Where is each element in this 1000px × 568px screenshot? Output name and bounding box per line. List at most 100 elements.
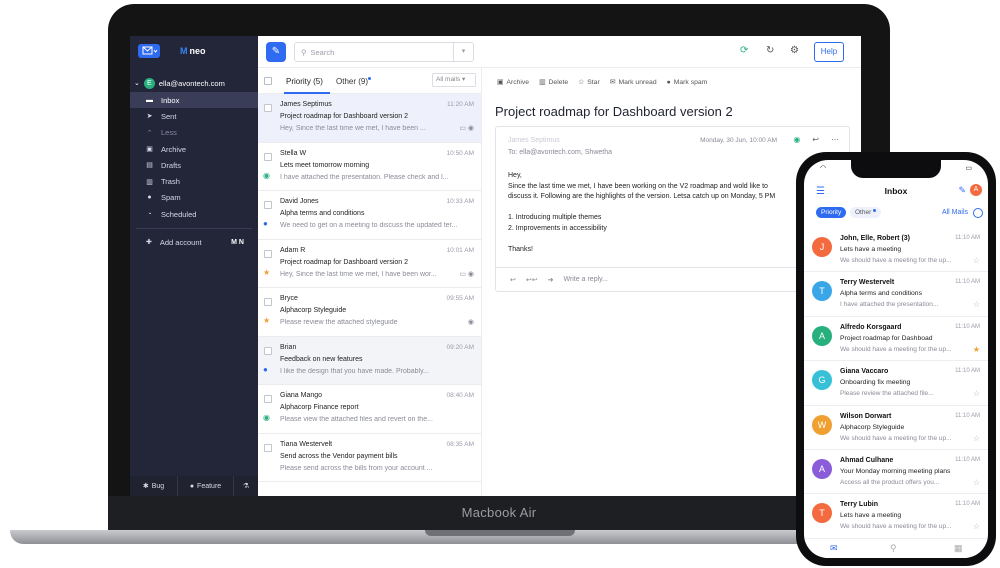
mail-subject: Alpha terms and conditions xyxy=(840,290,922,298)
sync-status-icon[interactable]: ⟳ xyxy=(740,45,748,56)
sidebar-item-sent[interactable]: ➤ Sent xyxy=(130,108,258,124)
sidebar-item-scheduled[interactable]: ◔ Scheduled xyxy=(130,206,258,222)
drafts-icon: ▤ xyxy=(146,162,153,170)
help-button[interactable]: Help xyxy=(814,42,844,62)
star-icon[interactable]: ☆ xyxy=(973,256,980,265)
search-icon[interactable]: ⚲ xyxy=(890,543,897,554)
mail-row[interactable]: ★ Adam R 10:01 AM Project roadmap for Dashb… xyxy=(258,240,481,288)
sidebar-item-trash[interactable]: ▥ Trash xyxy=(130,173,258,189)
tab-other[interactable]: Other xyxy=(850,207,882,218)
mail-checkbox[interactable] xyxy=(264,298,272,306)
bug-report-button[interactable]: ✱ Bug xyxy=(130,476,178,496)
mail-time: 09:20 AM xyxy=(446,343,474,351)
gear-icon[interactable]: ⚙ xyxy=(790,45,799,56)
mail-checkbox[interactable] xyxy=(264,152,272,161)
mail-checkbox[interactable] xyxy=(264,346,272,355)
mobile-mail-row[interactable]: T Terry Westervelt 11:10 AM Alpha terms and… xyxy=(804,272,988,317)
top-toolbar: ✎ ⚲ Search ▾ ⟳ ↻ ⚙ Help xyxy=(258,36,861,68)
action-star-button[interactable]: ☆ Star xyxy=(578,78,600,87)
mail-row[interactable]: ● David Jones 10:33 AM Alpha terms and cond… xyxy=(258,191,481,240)
tab-other-label: Other xyxy=(855,209,872,216)
search-input[interactable]: ⚲ Search ▾ xyxy=(294,42,474,62)
mail-row[interactable]: ◉ Giana Mango 08:40 AM Alphacorp Finance re… xyxy=(258,385,481,434)
mail-menu-button[interactable] xyxy=(138,44,160,58)
chevron-down-icon: ⌄ xyxy=(134,80,140,87)
mail-row[interactable]: Tiana Westervelt 08:35 AM Send across the … xyxy=(258,434,481,482)
mobile-mail-row[interactable]: J John, Elle, Robert (3) 11:10 AM Lets have… xyxy=(804,228,988,273)
filter-icon[interactable] xyxy=(973,208,983,218)
mail-checkbox[interactable] xyxy=(264,395,272,403)
select-all-checkbox[interactable] xyxy=(264,77,272,85)
action-mark-unread-button[interactable]: ✉ Mark unread xyxy=(609,78,657,87)
mail-filter-dropdown[interactable]: All mails ▾ xyxy=(432,73,476,87)
mobile-mail-row[interactable]: G Giana Vaccaro 11:10 AM Onboarding fix mee… xyxy=(804,361,988,406)
mobile-mail-row[interactable]: A Ahmad Culhane 11:10 AM Your Monday mornin… xyxy=(804,450,988,495)
action-mark-spam-button[interactable]: ● Mark spam xyxy=(667,78,708,86)
sidebar-item-archive[interactable]: ▣ Archive xyxy=(130,141,258,157)
mail-row[interactable]: ★ Bryce 09:55 AM Alphacorp Styleguide Please… xyxy=(258,288,481,337)
mobile-mail-row[interactable]: W Wilson Dorwart 11:10 AM Alphacorp Stylegu… xyxy=(804,406,988,450)
forward-icon[interactable]: ➜ xyxy=(548,276,554,284)
star-icon[interactable]: ☆ xyxy=(973,522,980,531)
mail-preview: I like the design that you have made. Pr… xyxy=(280,367,429,375)
message-paragraph: Hey, Since the last time we met, I have b… xyxy=(508,171,828,203)
mail-preview: We should have a meeting for the up... xyxy=(840,523,952,531)
sidebar-item-less[interactable]: ⌃ Less xyxy=(130,125,258,141)
compose-button[interactable]: ✎ xyxy=(266,42,286,62)
star-icon[interactable]: ☆ xyxy=(973,300,980,309)
calendar-icon[interactable]: ▦ xyxy=(954,543,963,554)
reply-icon[interactable]: ↩ xyxy=(812,135,819,144)
action-archive-button[interactable]: ▣ Archive xyxy=(497,78,529,87)
add-account-button[interactable]: ✚ Add account M N xyxy=(130,234,258,250)
star-icon[interactable]: ☆ xyxy=(973,478,980,487)
mail-preview: We should have a meeting for the up... xyxy=(840,345,952,353)
mobile-mail-row[interactable]: A Alfredo Korsgaard 11:10 AM Project roadma… xyxy=(804,317,988,362)
mail-checkbox[interactable] xyxy=(264,249,272,258)
all-mails-filter[interactable]: All Mails xyxy=(942,209,968,216)
refresh-icon[interactable]: ↻ xyxy=(766,45,774,56)
avatar[interactable]: A xyxy=(970,184,982,196)
trash-icon: ▥ xyxy=(539,79,546,86)
star-icon[interactable]: ☆ xyxy=(973,389,980,398)
mail-checkbox[interactable] xyxy=(264,201,272,209)
action-delete-button[interactable]: ▥ Delete xyxy=(539,78,568,87)
mail-row[interactable]: ◉ Stella W 10:50 AM Lets meet tomorrow morn… xyxy=(258,143,481,191)
message-line: Thanks! xyxy=(508,245,533,253)
tab-other[interactable]: Other (9) xyxy=(336,77,372,86)
reply-icon[interactable]: ↩ xyxy=(510,276,516,284)
star-icon: ☆ xyxy=(578,79,585,86)
sidebar-item-spam[interactable]: ● Spam xyxy=(130,190,258,206)
sidebar-item-drafts[interactable]: ▤ Drafts xyxy=(130,157,258,173)
mark-unread-icon: ✉ xyxy=(609,79,616,86)
mail-row[interactable]: ● Brian 09:20 AM Feedback on new features I … xyxy=(258,336,481,385)
mail-row[interactable]: James Septimus 11:20 AM Project roadmap fo… xyxy=(258,94,481,143)
archive-icon: ▣ xyxy=(497,79,504,86)
mobile-app-screen: ◠ ▭ ☰ Inbox ✎ A Priority Other All Mails… xyxy=(804,160,988,558)
labs-button[interactable]: ⚗ xyxy=(234,476,258,496)
read-receipt-icon[interactable]: ◉ xyxy=(793,135,800,144)
clock-icon: ◔ xyxy=(147,210,152,218)
mail-preview: Hey, Since the last time we met, I have … xyxy=(280,125,426,132)
mail-checkbox[interactable] xyxy=(264,104,272,112)
mail-subject: Your Monday morning meeting plans xyxy=(840,467,951,475)
bug-icon: ✱ xyxy=(142,483,149,490)
sidebar-item-inbox[interactable]: ▬ Inbox xyxy=(130,92,258,109)
mail-sender: James Septimus xyxy=(280,101,332,108)
star-icon[interactable]: ☆ xyxy=(973,434,980,443)
mail-checkbox[interactable] xyxy=(264,443,272,452)
tab-priority[interactable]: Priority xyxy=(816,207,847,218)
more-icon[interactable]: ⋯ xyxy=(831,135,839,144)
compose-icon[interactable]: ✎ xyxy=(958,185,966,196)
star-icon[interactable]: ★ xyxy=(973,345,980,354)
account-switcher[interactable]: ⌄ E ella@avontech.com xyxy=(134,76,254,90)
mail-subject: Lets meet tomorrow morning xyxy=(280,161,370,169)
mail-icon[interactable]: ✉ xyxy=(830,543,838,554)
tab-priority[interactable]: Priority (5) xyxy=(286,77,323,86)
search-options-dropdown[interactable]: ▾ xyxy=(453,43,473,61)
reply-all-icon[interactable]: ↩↩ xyxy=(526,276,538,284)
mobile-mail-row[interactable]: T Terry Lubin 11:10 AM Lets have a meeting W… xyxy=(804,494,988,539)
feature-request-button[interactable]: ● Feature xyxy=(178,476,234,496)
mail-preview: I have attached the presentation. Please… xyxy=(280,173,449,181)
mail-subject: Project roadmap for Dashboard version 2 xyxy=(280,258,409,266)
message-line: discuss it. Following are the highlights… xyxy=(508,193,776,200)
